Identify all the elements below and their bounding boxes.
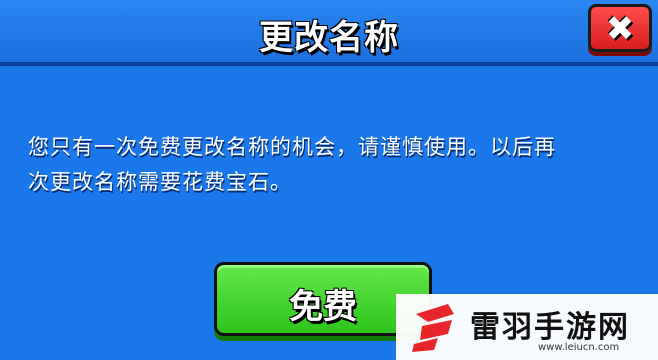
close-button[interactable]: ✖	[588, 4, 652, 52]
dialog-header: 更改名称 ✖	[0, 0, 658, 66]
message-line: 您只有一次免费更改名称的机会，请谨慎使用。以后再	[28, 135, 556, 159]
watermark-url: www.leiucn.com	[538, 342, 620, 353]
watermark-logo-icon	[412, 304, 454, 352]
close-icon: ✖	[605, 9, 635, 49]
watermark-name: 雷羽手游网	[470, 310, 630, 345]
message-line: 次更改名称需要花费宝石。	[28, 170, 292, 194]
watermark: 雷羽手游网 www.leiucn.com	[396, 294, 658, 360]
dialog-title: 更改名称	[259, 18, 399, 58]
dialog-message: 您只有一次免费更改名称的机会，请谨慎使用。以后再 次更改名称需要花费宝石。	[28, 130, 638, 200]
